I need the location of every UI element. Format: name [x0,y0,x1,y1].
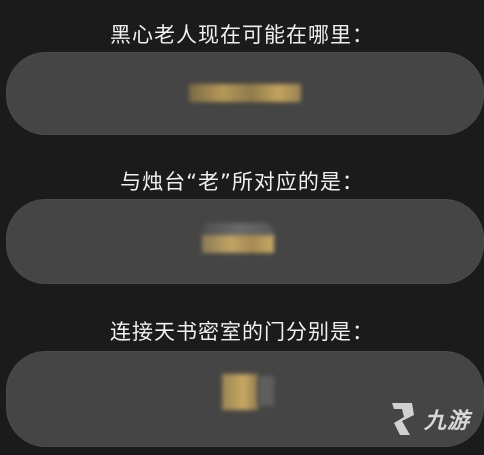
question-1-label: 黑心老人现在可能在哪里： [110,23,374,47]
answer-2-box[interactable] [6,199,484,284]
answer-2-censored [202,235,274,253]
watermark: 九游 [386,393,484,445]
question-2-label: 与烛台“老”所对应的是： [120,170,364,194]
answer-1-censored [189,84,301,102]
answer-3-censored-side [258,376,274,406]
watermark-text: 九游 [424,409,471,434]
9-logo-icon [392,403,414,435]
question-3-label: 连接天书密室的门分别是： [110,320,374,344]
answer-1-box[interactable] [6,52,484,135]
answer-3-censored [222,374,258,410]
